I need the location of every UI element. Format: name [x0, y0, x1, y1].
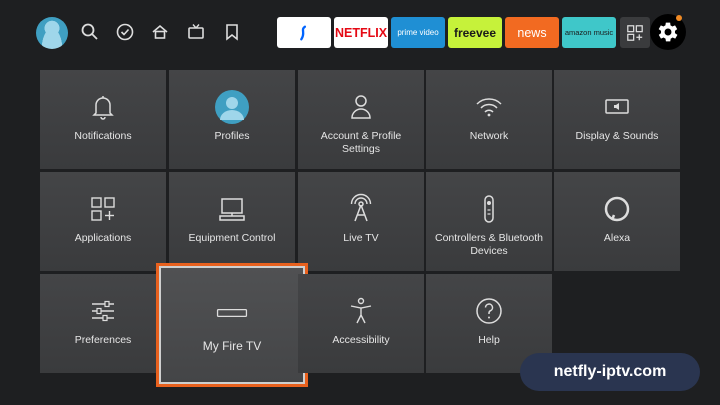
- accessibility-icon: [298, 294, 424, 328]
- gear-icon: [658, 22, 678, 42]
- user-avatar[interactable]: [36, 17, 68, 49]
- display-sound-icon: [554, 90, 680, 124]
- check-circle-icon[interactable]: [115, 22, 135, 42]
- tile-label: Notifications: [74, 130, 132, 142]
- paramount-app-tile[interactable]: [277, 17, 331, 48]
- tile-label: Profiles: [214, 130, 250, 142]
- news-label: news: [517, 25, 547, 40]
- tile-profiles[interactable]: Profiles: [169, 70, 295, 169]
- tile-label: Display & Sounds: [575, 130, 659, 142]
- help-icon: [426, 294, 552, 328]
- freevee-label: freevee: [453, 25, 497, 40]
- search-icon[interactable]: [80, 22, 100, 42]
- tile-my-fire-tv[interactable]: My Fire TV: [159, 266, 305, 384]
- site-watermark: netfly-iptv.com: [520, 353, 700, 391]
- tile-controllers-bluetooth[interactable]: Controllers & Bluetooth Devices: [426, 172, 552, 271]
- antenna-icon: [298, 192, 424, 226]
- tile-account-profile-settings[interactable]: Account & Profile Settings: [298, 70, 424, 169]
- tile-label: Live TV: [343, 232, 379, 244]
- tile-label: Accessibility: [332, 334, 390, 346]
- profile-avatar-icon: [169, 90, 295, 124]
- netflix-label: NETFLIX: [334, 25, 388, 40]
- alexa-icon: [554, 192, 680, 226]
- prime-video-app-tile[interactable]: prime video: [391, 17, 445, 48]
- all-apps-button[interactable]: [620, 17, 650, 48]
- amazon-music-label: amazon music: [564, 28, 614, 37]
- tile-label: Account & Profile Settings: [320, 130, 402, 155]
- tile-equipment-control[interactable]: Equipment Control: [169, 172, 295, 271]
- tile-label: Equipment Control: [188, 232, 276, 244]
- apps-grid-icon: [40, 192, 166, 226]
- bookmark-icon[interactable]: [222, 22, 242, 42]
- tile-alexa[interactable]: Alexa: [554, 172, 680, 271]
- top-navigation-bar: NETFLIX prime video freevee news amazon …: [0, 0, 720, 64]
- tile-accessibility[interactable]: Accessibility: [298, 274, 424, 373]
- live-tv-icon[interactable]: [186, 22, 206, 42]
- prime-video-label: prime video: [397, 28, 439, 37]
- tile-applications[interactable]: Applications: [40, 172, 166, 271]
- tile-label: Applications: [74, 232, 132, 244]
- tile-label: Preferences: [74, 334, 132, 346]
- tile-notifications[interactable]: Notifications: [40, 70, 166, 169]
- paramount-logo-icon: [300, 25, 307, 40]
- tile-label: Controllers & Bluetooth Devices: [435, 232, 543, 257]
- apps-grid-icon: [627, 24, 643, 41]
- fire-tv-stick-icon: [161, 296, 303, 330]
- monitor-icon: [169, 192, 295, 226]
- tile-live-tv[interactable]: Live TV: [298, 172, 424, 271]
- sliders-icon: [40, 294, 166, 328]
- wifi-icon: [426, 90, 552, 124]
- tile-display-sounds[interactable]: Display & Sounds: [554, 70, 680, 169]
- news-app-tile[interactable]: news: [505, 17, 559, 48]
- remote-icon: [426, 192, 552, 226]
- freevee-app-tile[interactable]: freevee: [448, 17, 502, 48]
- tile-label: Help: [478, 334, 500, 346]
- tile-network[interactable]: Network: [426, 70, 552, 169]
- tile-label: Network: [469, 130, 509, 142]
- notification-dot: [676, 15, 682, 21]
- tile-preferences[interactable]: Preferences: [40, 274, 166, 373]
- amazon-music-app-tile[interactable]: amazon music: [562, 17, 616, 48]
- bell-icon: [40, 90, 166, 124]
- home-icon[interactable]: [150, 22, 170, 42]
- person-icon: [298, 90, 424, 124]
- tile-label: My Fire TV: [202, 339, 262, 353]
- tile-label: Alexa: [603, 232, 631, 244]
- netflix-app-tile[interactable]: NETFLIX: [334, 17, 388, 48]
